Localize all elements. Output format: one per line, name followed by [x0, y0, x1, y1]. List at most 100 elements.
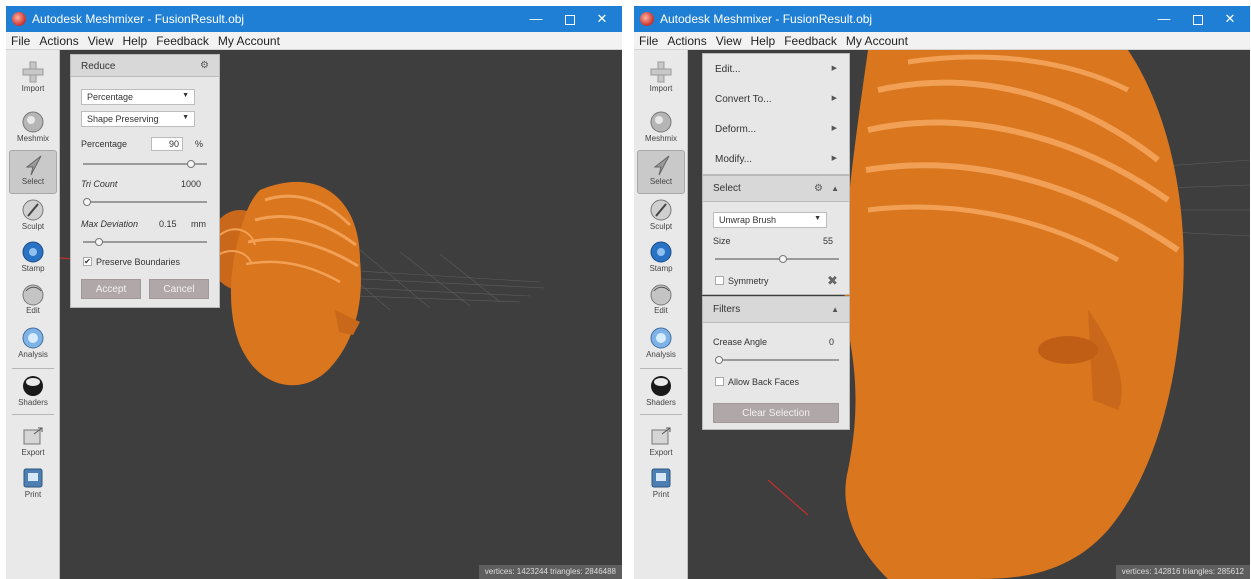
tool-analysis[interactable]: Analysis	[637, 324, 685, 368]
tool-shaders[interactable]: Shaders	[637, 372, 685, 416]
menu-bar: File Actions View Help Feedback My Account	[6, 32, 622, 50]
menu-view[interactable]: View	[711, 32, 746, 48]
tool-print[interactable]: Print	[637, 464, 685, 508]
slider-thumb[interactable]	[83, 198, 91, 206]
tool-shaders[interactable]: Shaders	[9, 372, 57, 416]
menu-my-account[interactable]: My Account	[213, 32, 284, 48]
reduce-panel-header: Reduce ⚙	[71, 55, 219, 77]
sculpt-brush-icon	[650, 199, 672, 221]
crease-angle-label: Crease Angle	[713, 337, 768, 347]
gear-icon[interactable]: ⚙	[200, 60, 209, 71]
tri-count-slider[interactable]	[83, 198, 207, 206]
reduce-method-dropdown[interactable]: Shape Preserving ▼	[81, 111, 195, 127]
menu-feedback[interactable]: Feedback	[779, 32, 841, 48]
brush-type-dropdown[interactable]: Unwrap Brush ▼	[713, 212, 827, 228]
tri-count-value: 1000	[181, 179, 202, 189]
menu-view[interactable]: View	[83, 32, 118, 48]
menu-actions[interactable]: Actions	[662, 32, 710, 48]
select-panel: Select ⚙ ▲ Unwrap Brush ▼ Size 55 Symmetr…	[702, 175, 850, 295]
menu-bar: File Actions View Help Feedback My Account	[634, 32, 1250, 50]
accept-button[interactable]: Accept	[81, 279, 141, 299]
plus-icon	[650, 61, 672, 83]
chevron-right-icon: ▶	[831, 95, 837, 102]
tool-print[interactable]: Print	[9, 464, 57, 508]
reduce-mode-dropdown[interactable]: Percentage ▼	[81, 89, 195, 105]
tool-stamp[interactable]: Stamp	[9, 238, 57, 282]
menu-item-modify[interactable]: Modify... ▶	[703, 144, 849, 174]
tool-sculpt[interactable]: Sculpt	[637, 196, 685, 240]
percentage-slider[interactable]	[83, 160, 207, 168]
menu-help[interactable]: Help	[118, 32, 152, 48]
menu-file[interactable]: File	[634, 32, 662, 48]
tool-export[interactable]: Export	[9, 422, 57, 466]
edit-icon	[22, 284, 44, 306]
chevron-down-icon: ▼	[814, 215, 821, 222]
meshmixer-app-icon	[12, 12, 26, 26]
menu-my-account[interactable]: My Account	[841, 32, 912, 48]
tool-edit[interactable]: Edit	[9, 280, 57, 324]
tool-import[interactable]: Import	[9, 58, 57, 102]
menu-feedback[interactable]: Feedback	[151, 32, 213, 48]
size-value: 55	[823, 236, 834, 246]
tool-meshmix[interactable]: Meshmix	[637, 108, 685, 152]
max-deviation-slider[interactable]	[83, 238, 207, 246]
select-panel-header: Select ⚙ ▲	[703, 176, 849, 202]
toolbar-divider	[12, 414, 54, 415]
stamp-icon	[22, 241, 44, 263]
slider-thumb[interactable]	[778, 255, 787, 263]
close-button[interactable]: ✕	[586, 8, 618, 30]
tool-import[interactable]: Import	[637, 58, 685, 102]
minimize-button[interactable]: —	[1148, 8, 1180, 30]
tool-analysis[interactable]: Analysis	[9, 324, 57, 368]
symmetry-checkbox[interactable]	[715, 276, 724, 285]
slider-thumb[interactable]	[187, 160, 196, 168]
symmetry-label: Symmetry	[728, 276, 769, 286]
slider-thumb[interactable]	[94, 238, 103, 246]
size-slider[interactable]	[715, 255, 839, 263]
toolbar-divider	[640, 368, 682, 369]
percentage-input[interactable]: 90	[151, 137, 183, 151]
maximize-button[interactable]	[1182, 8, 1214, 30]
mesh-stats-status: vertices: 1423244 triangles: 2846488	[478, 565, 622, 579]
clear-selection-button[interactable]: Clear Selection	[713, 403, 839, 423]
menu-help[interactable]: Help	[746, 32, 780, 48]
mesh-stats-status: vertices: 142816 triangles: 285612	[1115, 565, 1250, 579]
tool-sculpt[interactable]: Sculpt	[9, 196, 57, 240]
axis-red	[767, 479, 809, 516]
minimize-button[interactable]: —	[520, 8, 552, 30]
export-icon	[23, 427, 43, 445]
menu-actions[interactable]: Actions	[34, 32, 82, 48]
cancel-button[interactable]: Cancel	[149, 279, 209, 299]
tool-stamp[interactable]: Stamp	[637, 238, 685, 282]
tool-meshmix[interactable]: Meshmix	[9, 108, 57, 152]
collapse-caret-icon[interactable]: ▲	[831, 305, 839, 314]
chevron-down-icon: ▼	[182, 92, 189, 99]
edit-icon	[650, 284, 672, 306]
export-icon	[651, 427, 671, 445]
close-button[interactable]: ✕	[1214, 8, 1246, 30]
select-arrow-icon	[25, 155, 42, 176]
meshmixer-window-left: Autodesk Meshmixer - FusionResult.obj — …	[6, 6, 622, 579]
allow-back-faces-checkbox[interactable]	[715, 377, 724, 386]
window-title: Autodesk Meshmixer - FusionResult.obj	[32, 12, 245, 26]
tool-sidebar: Import Meshmix Select Sculpt Stamp Edit …	[634, 50, 688, 579]
gear-icon[interactable]: ⚙	[814, 183, 823, 194]
crease-angle-slider[interactable]	[715, 356, 839, 364]
tool-edit[interactable]: Edit	[637, 280, 685, 324]
collapse-caret-icon[interactable]: ▲	[831, 184, 839, 193]
slider-thumb[interactable]	[715, 356, 723, 364]
sculpt-brush-icon	[22, 199, 44, 221]
tool-export[interactable]: Export	[637, 422, 685, 466]
tool-select[interactable]: Select	[637, 150, 685, 194]
maximize-button[interactable]	[554, 8, 586, 30]
symmetry-tools-icon[interactable]: ✖	[827, 273, 838, 289]
menu-item-edit[interactable]: Edit... ▶	[703, 54, 849, 84]
tool-select[interactable]: Select	[9, 150, 57, 194]
preserve-boundaries-label: Preserve Boundaries	[96, 257, 181, 267]
menu-item-convert-to[interactable]: Convert To... ▶	[703, 84, 849, 114]
toolbar-divider	[12, 368, 54, 369]
preserve-boundaries-checkbox[interactable]: ✔	[83, 257, 92, 266]
analysis-icon	[650, 327, 672, 349]
menu-file[interactable]: File	[6, 32, 34, 48]
menu-item-deform[interactable]: Deform... ▶	[703, 114, 849, 144]
